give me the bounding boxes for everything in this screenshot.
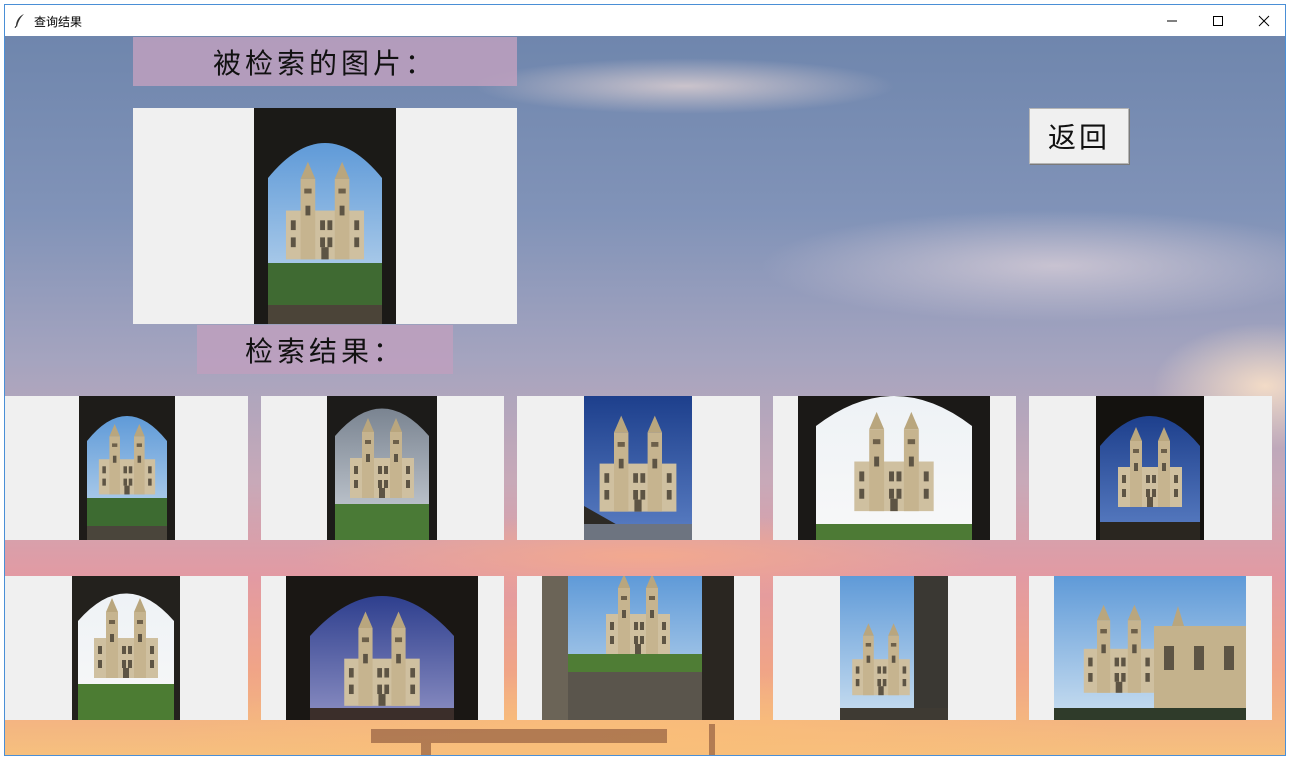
result-image-panel[interactable] [517, 576, 760, 720]
result-image[interactable] [1054, 576, 1246, 720]
result-image-panel[interactable] [5, 576, 248, 720]
query-image-panel [133, 108, 517, 324]
minimize-button[interactable] [1149, 5, 1195, 36]
decorative-beam [371, 729, 667, 743]
result-image[interactable] [79, 396, 175, 540]
query-results-window: 查询结果 被检索的图片： 返回 检索结果： [4, 4, 1286, 756]
result-image[interactable] [798, 396, 990, 540]
result-image-panel[interactable] [517, 396, 760, 540]
maximize-button[interactable] [1195, 5, 1241, 36]
result-image-panel[interactable] [1029, 576, 1272, 720]
background-area: 被检索的图片： 返回 检索结果： [5, 36, 1285, 755]
close-button[interactable] [1241, 5, 1285, 36]
feather-icon [14, 13, 26, 29]
results-label: 检索结果： [197, 325, 453, 374]
result-image-panel[interactable] [1029, 396, 1272, 540]
result-image-panel[interactable] [261, 576, 504, 720]
result-image[interactable] [286, 576, 478, 720]
title-bar: 查询结果 [5, 5, 1285, 36]
result-image-panel[interactable] [773, 576, 1016, 720]
result-image-panel[interactable] [261, 396, 504, 540]
result-image-panel[interactable] [773, 396, 1016, 540]
decorative-post [421, 743, 431, 755]
close-icon [1258, 15, 1270, 26]
minimize-icon [1167, 20, 1177, 21]
result-image[interactable] [72, 576, 180, 720]
query-image [254, 108, 396, 324]
result-image[interactable] [327, 396, 437, 540]
result-image-panel[interactable] [5, 396, 248, 540]
query-image-label: 被检索的图片： [133, 37, 517, 86]
result-image[interactable] [840, 576, 948, 720]
back-button[interactable]: 返回 [1029, 108, 1129, 164]
decorative-post [709, 724, 715, 755]
maximize-icon [1213, 15, 1223, 26]
result-image[interactable] [1096, 396, 1204, 540]
window-title: 查询结果 [34, 15, 83, 29]
result-image[interactable] [584, 396, 692, 540]
result-image[interactable] [542, 576, 734, 720]
